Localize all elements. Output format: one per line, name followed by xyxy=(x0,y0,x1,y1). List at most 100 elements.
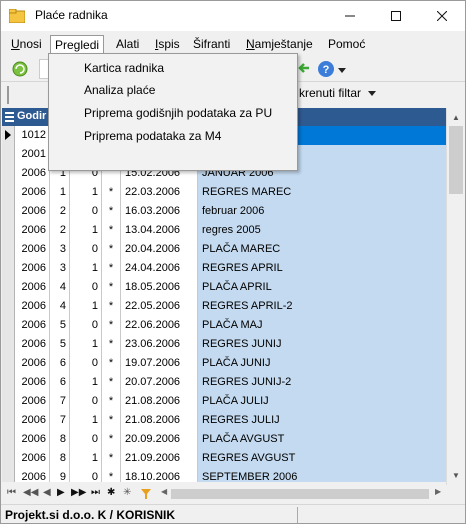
cell-flag[interactable]: * xyxy=(102,354,121,373)
cell-n[interactable]: 0 xyxy=(70,316,102,335)
menu-unosi[interactable]: Unosi xyxy=(7,35,46,54)
cell-m[interactable]: 6 xyxy=(50,354,70,373)
cell-m[interactable]: 5 xyxy=(50,316,70,335)
cell-flag[interactable]: * xyxy=(102,240,121,259)
close-icon[interactable] xyxy=(419,1,465,31)
cell-desc[interactable]: REGRES APRIL-2 xyxy=(198,297,446,316)
row-indicator[interactable] xyxy=(2,259,15,278)
menu-pomoc[interactable]: Pomoć xyxy=(324,35,369,54)
cell-date[interactable]: 22.05.2006 xyxy=(121,297,198,316)
menu-item-kartica-radnika[interactable]: Kartica radnika xyxy=(84,61,164,75)
row-indicator[interactable] xyxy=(2,449,15,468)
prev-record-icon[interactable]: ◀ xyxy=(43,487,51,498)
table-row[interactable]: 2006 3 1 * 24.04.2006 REGRES APRIL xyxy=(2,259,446,278)
menu-item-analiza-place[interactable]: Analiza plaće xyxy=(84,83,155,97)
cell-n[interactable]: 1 xyxy=(70,297,102,316)
cell-year[interactable]: 2006 xyxy=(15,259,50,278)
table-row[interactable]: 2006 5 0 * 22.06.2006 PLAČA MAJ xyxy=(2,316,446,335)
menu-sifranti[interactable]: Šifranti xyxy=(189,35,234,54)
horizontal-scroll-thumb[interactable] xyxy=(171,489,429,499)
cell-desc[interactable]: februar 2006 xyxy=(198,202,446,221)
row-indicator[interactable] xyxy=(2,316,15,335)
scroll-down-icon[interactable]: ▼ xyxy=(447,466,465,484)
scroll-thumb[interactable] xyxy=(449,126,463,194)
row-indicator[interactable] xyxy=(2,164,15,183)
cell-year[interactable]: 2006 xyxy=(15,373,50,392)
cell-flag[interactable]: * xyxy=(102,430,121,449)
next-page-icon[interactable]: ▶▶ xyxy=(71,487,86,498)
refresh-icon[interactable] xyxy=(11,60,29,78)
table-row[interactable]: 2006 9 0 * 18.10.2006 SEPTEMBER 2006 xyxy=(2,468,446,482)
vertical-scrollbar[interactable]: ▲ ▼ xyxy=(446,108,464,485)
cell-desc[interactable]: REGRES JUNIJ xyxy=(198,335,446,354)
cell-desc[interactable]: REGRES JUNIJ-2 xyxy=(198,373,446,392)
row-indicator[interactable] xyxy=(2,354,15,373)
cell-n[interactable]: 1 xyxy=(70,373,102,392)
cell-n[interactable]: 0 xyxy=(70,468,102,482)
cell-desc[interactable]: PLAČA AVGUST xyxy=(198,430,446,449)
cell-flag[interactable]: * xyxy=(102,373,121,392)
cell-year[interactable]: 2006 xyxy=(15,183,50,202)
row-indicator[interactable] xyxy=(2,392,15,411)
cell-m[interactable]: 1 xyxy=(50,183,70,202)
cancel-insert-icon[interactable]: ✳ xyxy=(123,487,131,498)
cell-desc[interactable]: REGRES APRIL xyxy=(198,259,446,278)
column-header-year[interactable]: Godir xyxy=(17,110,46,122)
cell-year[interactable]: 2006 xyxy=(15,278,50,297)
cell-m[interactable]: 4 xyxy=(50,278,70,297)
cell-desc[interactable]: SEPTEMBER 2006 xyxy=(198,468,446,482)
cell-n[interactable]: 1 xyxy=(70,183,102,202)
cell-flag[interactable]: * xyxy=(102,202,121,221)
row-indicator[interactable] xyxy=(2,221,15,240)
help-icon[interactable]: ? xyxy=(317,60,335,78)
scroll-right-icon[interactable]: ▶ xyxy=(435,487,441,496)
cell-year[interactable]: 2006 xyxy=(15,240,50,259)
cell-m[interactable]: 9 xyxy=(50,468,70,482)
cell-desc[interactable]: PLAČA JUNIJ xyxy=(198,354,446,373)
cell-flag[interactable]: * xyxy=(102,278,121,297)
cell-flag[interactable]: * xyxy=(102,259,121,278)
cell-date[interactable]: 23.06.2006 xyxy=(121,335,198,354)
scroll-up-icon[interactable]: ▲ xyxy=(447,108,465,126)
menu-pregledi[interactable]: Pregledi xyxy=(50,35,105,54)
cell-date[interactable]: 20.09.2006 xyxy=(121,430,198,449)
cell-date[interactable]: 20.07.2006 xyxy=(121,373,198,392)
table-row[interactable]: 2006 4 1 * 22.05.2006 REGRES APRIL-2 xyxy=(2,297,446,316)
menu-ispis[interactable]: Ispis xyxy=(151,35,184,54)
chevron-down-icon[interactable] xyxy=(338,68,346,74)
cell-n[interactable]: 1 xyxy=(70,449,102,468)
cell-n[interactable]: 1 xyxy=(70,259,102,278)
row-indicator[interactable] xyxy=(2,335,15,354)
cell-year[interactable]: 2006 xyxy=(15,468,50,482)
cell-n[interactable]: 0 xyxy=(70,278,102,297)
cell-year[interactable]: 1012 xyxy=(15,126,50,145)
cell-flag[interactable]: * xyxy=(102,316,121,335)
menu-item-godisnji-pu[interactable]: Priprema godišnjih podataka za PU xyxy=(84,106,272,120)
prev-page-icon[interactable]: ◀◀ xyxy=(23,487,38,498)
cell-date[interactable]: 13.04.2006 xyxy=(121,221,198,240)
cell-date[interactable]: 21.08.2006 xyxy=(121,411,198,430)
table-row[interactable]: 2006 5 1 * 23.06.2006 REGRES JUNIJ xyxy=(2,335,446,354)
filter-button[interactable]: krenuti filtar xyxy=(299,86,377,100)
cell-flag[interactable]: * xyxy=(102,449,121,468)
cell-year[interactable]: 2006 xyxy=(15,297,50,316)
cell-year[interactable]: 2006 xyxy=(15,354,50,373)
cell-year[interactable]: 2006 xyxy=(15,316,50,335)
cell-m[interactable]: 7 xyxy=(50,392,70,411)
table-row[interactable]: 2006 2 0 * 16.03.2006 februar 2006 xyxy=(2,202,446,221)
cell-flag[interactable]: * xyxy=(102,335,121,354)
cell-n[interactable]: 0 xyxy=(70,354,102,373)
cell-flag[interactable]: * xyxy=(102,411,121,430)
cell-n[interactable]: 0 xyxy=(70,202,102,221)
row-indicator[interactable] xyxy=(2,411,15,430)
menu-namjestanje[interactable]: Namještanje xyxy=(242,35,317,54)
cell-m[interactable]: 3 xyxy=(50,240,70,259)
cell-m[interactable]: 4 xyxy=(50,297,70,316)
first-record-icon[interactable]: ⏮ xyxy=(7,487,16,498)
cell-year[interactable]: 2006 xyxy=(15,392,50,411)
insert-record-icon[interactable]: ✱ xyxy=(107,487,115,498)
menu-alati[interactable]: Alati xyxy=(112,35,143,54)
scroll-left-icon[interactable]: ◀ xyxy=(161,487,167,496)
row-indicator[interactable] xyxy=(2,297,15,316)
row-indicator[interactable] xyxy=(2,145,15,164)
